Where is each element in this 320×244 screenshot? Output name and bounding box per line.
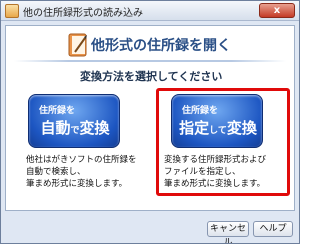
specify-desc-line: 変換する住所録形式および <box>164 155 267 165</box>
window-title: 他の住所録形式の読み込み <box>23 8 143 19</box>
cancel-button[interactable]: キャンセル <box>207 221 249 243</box>
header-title: 他形式の住所録を開く <box>91 38 231 54</box>
auto-desc-line: 自動で検索し、 <box>26 167 86 177</box>
auto-button-line2: 自動で変換 <box>29 117 121 138</box>
dialog-window: 他の住所録形式の読み込み x 他形式の住所録を開く 変換方法を選択してください … <box>0 0 300 244</box>
app-icon <box>5 4 19 18</box>
address-book-icon <box>68 33 87 57</box>
specify-desc-line: ファイルを指定し、 <box>164 167 241 177</box>
auto-desc-line: 筆まめ形式に変換します。 <box>26 179 128 189</box>
specify-desc-line: 筆まめ形式に変換します。 <box>164 179 266 189</box>
auto-convert-button[interactable]: 住所録を 自動で変換 <box>28 94 120 148</box>
title-bar[interactable]: 他の住所録形式の読み込み x <box>1 1 299 21</box>
help-button[interactable]: ヘルプ <box>253 221 293 237</box>
specify-description: 変換する住所録形式および ファイルを指定し、 筆まめ形式に変換します。 <box>164 154 266 190</box>
auto-convert-word: 変換 <box>79 119 110 137</box>
auto-word: 自動 <box>40 119 71 137</box>
auto-desc-line: 他社はがきソフトの住所録を <box>26 155 137 165</box>
auto-button-line1: 住所録を <box>39 106 76 116</box>
auto-particle: で <box>70 126 80 136</box>
dialog-content: 他形式の住所録を開く 変換方法を選択してください 住所録を 自動で変換 住所録を… <box>5 25 295 211</box>
close-button[interactable]: x <box>259 3 295 18</box>
header-divider <box>14 60 286 62</box>
instruction-text: 変換方法を選択してください <box>80 70 223 83</box>
auto-description: 他社はがきソフトの住所録を 自動で検索し、 筆まめ形式に変換します。 <box>26 154 137 190</box>
